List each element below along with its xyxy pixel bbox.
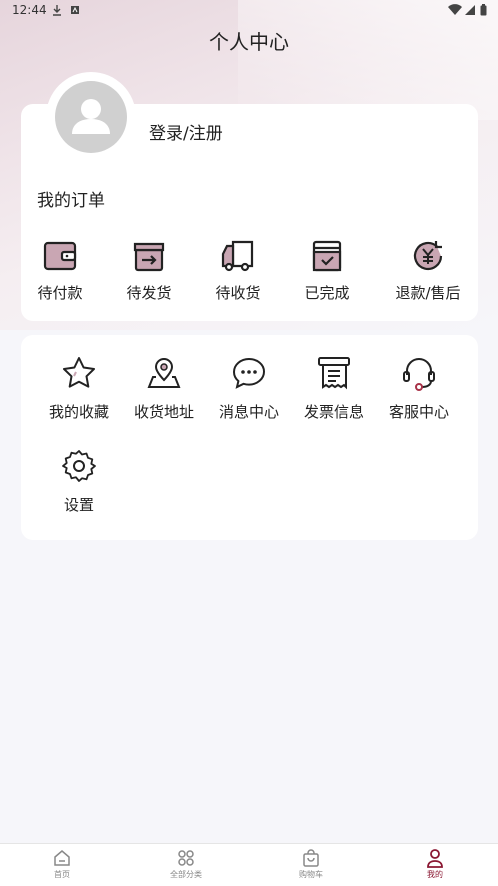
tab-label: 我的 bbox=[427, 870, 443, 879]
service-messages[interactable]: 消息中心 bbox=[207, 355, 291, 422]
order-refund[interactable]: 退款/售后 bbox=[385, 238, 471, 303]
tab-label: 购物车 bbox=[299, 870, 323, 879]
invoice-icon bbox=[318, 357, 350, 390]
wallet-icon bbox=[43, 241, 77, 271]
service-invoice[interactable]: 发票信息 bbox=[292, 355, 376, 422]
completed-box-icon bbox=[312, 240, 342, 272]
tab-cart[interactable]: 购物车 bbox=[281, 848, 341, 880]
home-icon bbox=[54, 850, 70, 866]
tab-mine[interactable]: 我的 bbox=[405, 848, 465, 880]
tab-home[interactable]: 首页 bbox=[32, 848, 92, 880]
service-label: 客服中心 bbox=[388, 403, 449, 421]
person-icon bbox=[427, 849, 443, 868]
order-completed[interactable]: 已完成 bbox=[287, 238, 367, 303]
page-title: 个人中心 bbox=[209, 30, 289, 54]
grid-icon bbox=[178, 850, 194, 866]
order-pending-shipment[interactable]: 待发货 bbox=[109, 238, 189, 303]
refund-icon bbox=[413, 241, 443, 271]
gear-icon bbox=[62, 450, 96, 482]
service-favorites[interactable]: 我的收藏 bbox=[37, 355, 121, 422]
service-label: 设置 bbox=[63, 496, 94, 514]
box-arrow-icon bbox=[133, 242, 165, 272]
signal-icon bbox=[465, 5, 475, 15]
service-address[interactable]: 收货地址 bbox=[122, 355, 206, 422]
service-label: 发票信息 bbox=[303, 403, 364, 421]
service-customer-support[interactable]: 客服中心 bbox=[377, 355, 461, 422]
default-avatar-icon bbox=[55, 81, 127, 153]
service-settings[interactable]: 设置 bbox=[37, 448, 121, 515]
location-icon bbox=[147, 358, 181, 388]
order-label: 待收货 bbox=[215, 284, 261, 302]
chat-icon bbox=[232, 357, 266, 389]
service-label: 消息中心 bbox=[218, 403, 279, 421]
order-pending-payment[interactable]: 待付款 bbox=[20, 238, 100, 303]
battery-icon bbox=[480, 4, 487, 16]
bag-icon bbox=[303, 849, 319, 867]
truck-icon bbox=[221, 240, 254, 272]
order-label: 退款/售后 bbox=[395, 284, 461, 302]
status-bar: 12:44 bbox=[0, 0, 498, 22]
headset-icon bbox=[403, 358, 435, 391]
bottom-tab-bar: 首页 全部分类 购物车 我的 bbox=[0, 843, 498, 886]
orders-title: 我的订单 bbox=[37, 191, 105, 211]
tab-label: 全部分类 bbox=[170, 870, 202, 879]
notification-icon bbox=[71, 6, 79, 14]
order-pending-receipt[interactable]: 待收货 bbox=[198, 238, 278, 303]
service-label: 我的收藏 bbox=[48, 403, 109, 421]
tab-label: 首页 bbox=[54, 870, 70, 879]
avatar[interactable] bbox=[46, 72, 136, 162]
order-label: 已完成 bbox=[304, 284, 350, 302]
tab-categories[interactable]: 全部分类 bbox=[156, 848, 216, 880]
status-time: 12:44 bbox=[12, 3, 47, 17]
login-register-link[interactable]: 登录/注册 bbox=[149, 119, 223, 144]
order-label: 待付款 bbox=[37, 284, 83, 302]
service-label: 收货地址 bbox=[133, 403, 194, 421]
wifi-icon bbox=[448, 4, 462, 16]
order-label: 待发货 bbox=[126, 284, 172, 302]
star-icon bbox=[63, 357, 95, 388]
download-icon bbox=[53, 5, 61, 16]
